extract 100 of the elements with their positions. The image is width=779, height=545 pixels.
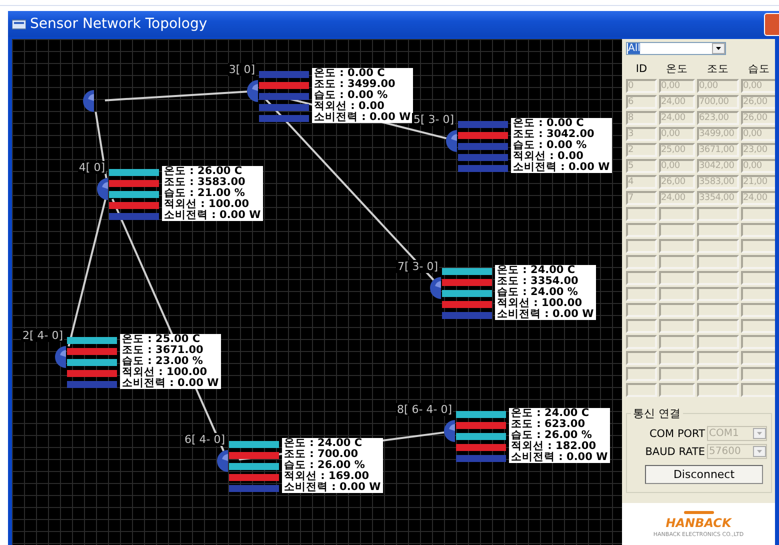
table-cell: 3499,00 [697,127,739,141]
node-icon[interactable] [247,80,259,102]
node-label: 3[ 0] [228,63,256,76]
node-icon[interactable] [83,90,95,112]
group-title: 통신 연결 [632,406,682,421]
table-cell: 0,00 [741,127,775,141]
node-label: 5[ 3- 0] [412,113,455,126]
reading-text: 습도 : 0.00 % [314,90,389,101]
reading-text: 조도 : 3583.00 [164,177,246,188]
table-cell: 26,00 [659,175,695,189]
reading-text: 조도 : 3042.00 [513,129,596,140]
swoosh-icon [684,511,714,514]
table-cell [659,383,695,397]
reading-text: 온도 : 24.00 C [511,408,590,419]
node-icon[interactable] [446,130,458,152]
table-cell: 26,00 [741,95,775,109]
reading-text: 소비전력 : 0.00 W [497,309,594,320]
node-label: 7[ 3- 0] [396,260,439,273]
reading-text: 적외선 : 100.00 [497,298,584,309]
table-cell [659,223,695,237]
reading-text: 적외선 : 169.00 [284,471,370,482]
table-cell: 3671,00 [697,143,739,157]
reading-text: 소비전력 : 0.00 W [513,162,610,173]
table-cell: 3 [626,127,657,141]
close-button[interactable] [764,12,779,36]
reading-text: 습도 : 26.00 % [284,460,366,471]
table-cell: 3354,00 [697,191,739,205]
node-icon[interactable] [444,420,456,442]
node-label: 8[ 6- 4- 0] [396,403,453,416]
table-cell [626,287,657,301]
reading-text: 온도 : 24.00 C [497,265,576,276]
reading-text: 온도 : 26.00 C [164,166,244,177]
filter-dropdown[interactable]: All [626,42,726,55]
table-cell: 623,00 [697,111,739,125]
reading-text: 온도 : 25.00 C [122,334,202,345]
reading-text: 조도 : 700.00 [284,449,360,460]
node-icon[interactable] [430,277,442,299]
table-cell: 21,00 [741,175,775,189]
table-cell: 3042,00 [697,159,739,173]
node-icon[interactable] [217,450,229,472]
table-cell: 0,00 [741,159,775,173]
table-cell [626,303,657,317]
table-cell [626,319,657,333]
reading-text: 습도 : 24.00 % [497,287,579,298]
table-cell [697,351,739,365]
node-label: 6[ 4- 0] [183,433,226,446]
table-cell [697,319,739,333]
column-header: 온도 [665,62,689,77]
table-cell [697,239,739,253]
reading-text: 온도 : 0.00 C [314,68,386,79]
reading-text: 온도 : 0.00 C [513,118,585,129]
reading-text: 적외선 : 100.00 [164,199,250,210]
reading-text: 조도 : 3671.00 [122,345,204,356]
table-cell [697,383,739,397]
table-cell: 5 [626,159,657,173]
table-cell [659,335,695,349]
table-cell: 0,00 [659,159,695,173]
node-icon[interactable] [97,178,109,200]
reading-text: 소비전력 : 0.00 W [314,112,411,123]
table-cell: 7 [626,191,657,205]
table-cell: 0 [626,79,657,93]
reading-text: 소비전력 : 0.00 W [122,378,219,389]
table-cell [659,255,695,269]
table-cell [697,335,739,349]
table-cell: 23,00 [741,143,775,157]
table-cell: 2 [626,143,657,157]
table-cell: 8 [626,111,657,125]
table-cell [659,207,695,221]
table-cell [659,319,695,333]
window-title: Sensor Network Topology [30,16,208,32]
table-cell: 24,00 [741,191,775,205]
column-header: ID [634,62,648,77]
table-cell: 25,00 [659,143,695,157]
reading-text: 조도 : 623.00 [511,419,586,430]
table-cell: 24,00 [659,111,695,125]
table-cell: 700,00 [697,95,739,109]
table-cell [697,255,739,269]
column-header: 조도 [706,62,730,77]
node-icon[interactable] [55,346,67,368]
table-cell [626,335,657,349]
table-cell [659,287,695,301]
table-cell: 4 [626,175,657,189]
table-cell: 6 [626,95,657,109]
reading-text: 조도 : 3499.00 [314,79,396,90]
reading-text: 적외선 : 0.00 [513,151,584,162]
node-label: 4[ 0] [78,161,106,174]
app-icon [12,18,26,30]
field-label: COM PORT [649,428,705,440]
reading-text: 습도 : 0.00 % [513,140,588,151]
table-cell [626,255,657,269]
column-header: 습도 [747,62,771,77]
table-cell [697,367,739,381]
disconnect-button[interactable]: Disconnect [645,465,763,484]
table-cell [659,239,695,253]
table-cell [659,367,695,381]
table-cell [659,271,695,285]
reading-text: 소비전력 : 0.00 W [164,210,261,221]
table-cell [626,207,657,221]
node-label: 2[ 4- 0] [21,329,64,342]
table-cell: 0,00 [697,79,739,93]
